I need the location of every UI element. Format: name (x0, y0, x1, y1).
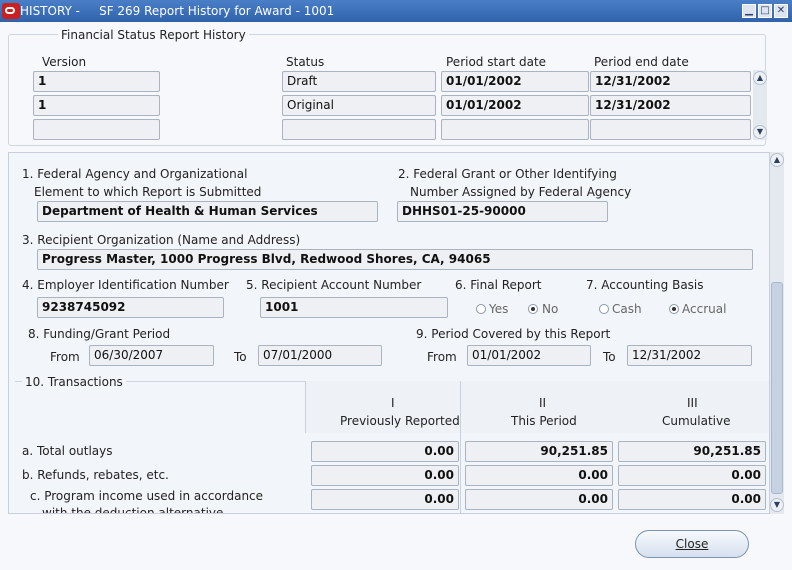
final-report-no-radio[interactable] (528, 304, 538, 314)
window-title: HISTORY - SF 269 Report History for Awar… (20, 4, 335, 18)
col-header-status: Status (286, 55, 325, 69)
report-period-to-field[interactable]: 12/31/2002 (627, 345, 752, 366)
history-start-2[interactable]: 01/01/2002 (441, 95, 589, 116)
federal-agency-field[interactable]: Department of Health & Human Services (37, 201, 378, 222)
f6-label: 6. Final Report (455, 278, 542, 292)
program-income-previous[interactable]: 0.00 (311, 489, 459, 510)
recipient-org-field[interactable]: Progress Master, 1000 Progress Blvd, Red… (37, 249, 753, 270)
f9-to-label: To (603, 350, 616, 364)
history-version-3[interactable] (33, 119, 160, 140)
minimize-icon: ▁ (745, 5, 753, 16)
f8-label: 8. Funding/Grant Period (28, 327, 171, 341)
final-report-no-label: No (542, 302, 559, 316)
col3-number: III (687, 396, 698, 410)
refunds-cumulative[interactable]: 0.00 (618, 465, 766, 486)
history-end-3[interactable] (590, 119, 751, 140)
funding-period-to-field[interactable]: 07/01/2000 (258, 345, 382, 366)
row-c-label-b: with the deduction alternative (42, 506, 224, 514)
f5-label: 5. Recipient Account Number (246, 278, 422, 292)
f1-label-b: Element to which Report is Submitted (34, 185, 262, 199)
funding-period-from-field[interactable]: 06/30/2007 (89, 345, 214, 366)
col1-number: I (391, 396, 395, 410)
total-outlays-previous[interactable]: 0.00 (311, 441, 459, 462)
col-header-end: Period end date (594, 55, 689, 69)
history-status-1[interactable]: Draft (282, 71, 436, 92)
scroll-down-icon[interactable]: ▼ (753, 125, 767, 139)
total-outlays-this-period[interactable]: 90,251.85 (465, 441, 613, 462)
row-a-label: a. Total outlays (22, 444, 113, 458)
row-c-label-a: c. Program income used in accordance (30, 489, 264, 503)
scroll-up-icon[interactable]: ▲ (770, 153, 784, 167)
f7-label: 7. Accounting Basis (586, 278, 704, 292)
f9-from-label: From (427, 350, 457, 364)
recipient-account-field[interactable]: 1001 (260, 297, 448, 318)
scroll-down-icon[interactable]: ▼ (770, 498, 784, 512)
scroll-up-icon[interactable]: ▲ (753, 71, 767, 85)
program-income-this-period[interactable]: 0.00 (465, 489, 613, 510)
report-period-from-field[interactable]: 01/01/2002 (467, 345, 591, 366)
report-detail-panel: 1. Federal Agency and Organizational Ele… (8, 152, 770, 514)
col-divider (460, 381, 461, 513)
f2-label-a: 2. Federal Grant or Other Identifying (398, 167, 617, 181)
f4-label: 4. Employer Identification Number (22, 278, 229, 292)
f2-label-b: Number Assigned by Federal Agency (410, 185, 632, 199)
history-version-1[interactable]: 1 (33, 71, 160, 92)
window-content: Financial Status Report History Version … (0, 22, 792, 570)
col2-name: This Period (511, 414, 577, 428)
oracle-logo-icon (2, 3, 20, 19)
employer-id-field[interactable]: 9238745092 (37, 297, 224, 318)
history-status-2[interactable]: Original (282, 95, 436, 116)
detail-scrollbar[interactable]: ▲ ▼ (770, 152, 784, 514)
col1-name: Previously Reported (340, 414, 460, 428)
history-status-3[interactable] (282, 119, 436, 140)
col3-name: Cumulative (662, 414, 731, 428)
row-b-label: b. Refunds, rebates, etc. (22, 468, 169, 482)
program-income-cumulative[interactable]: 0.00 (618, 489, 766, 510)
col2-number: II (539, 396, 547, 410)
refunds-previous[interactable]: 0.00 (311, 465, 459, 486)
accounting-cash-radio[interactable] (599, 304, 609, 314)
close-button[interactable]: Close (635, 530, 749, 558)
accounting-accrual-label: Accrual (682, 302, 727, 316)
history-end-2[interactable]: 12/31/2002 (590, 95, 751, 116)
final-report-yes-radio[interactable] (476, 304, 486, 314)
f1-label-a: 1. Federal Agency and Organizational (22, 167, 248, 181)
total-outlays-cumulative[interactable]: 90,251.85 (618, 441, 766, 462)
maximize-icon: □ (760, 5, 770, 16)
f3-label: 3. Recipient Organization (Name and Addr… (22, 233, 301, 247)
history-group-label: Financial Status Report History (58, 28, 249, 42)
close-icon: ✕ (776, 5, 786, 16)
refunds-this-period[interactable]: 0.00 (465, 465, 613, 486)
federal-grant-id-field[interactable]: DHHS01-25-90000 (397, 201, 608, 222)
transactions-label: 10. Transactions (22, 375, 126, 389)
final-report-yes-label: Yes (489, 302, 509, 316)
accounting-accrual-radio[interactable] (669, 304, 679, 314)
col-header-start: Period start date (446, 55, 547, 69)
scroll-thumb[interactable] (771, 282, 783, 494)
title-bar: HISTORY - SF 269 Report History for Awar… (0, 0, 792, 22)
history-end-1[interactable]: 12/31/2002 (590, 71, 751, 92)
minimize-button[interactable]: ▁ (742, 4, 756, 18)
history-start-3[interactable] (441, 119, 589, 140)
history-scrollbar[interactable]: ▲ ▼ (753, 70, 767, 140)
history-version-2[interactable]: 1 (33, 95, 160, 116)
f8-from-label: From (50, 350, 80, 364)
f9-label: 9. Period Covered by this Report (416, 327, 611, 341)
history-start-1[interactable]: 01/01/2002 (441, 71, 589, 92)
col-header-version: Version (42, 55, 87, 69)
f8-to-label: To (234, 350, 247, 364)
close-button-label: Close (675, 537, 709, 551)
maximize-button[interactable]: □ (758, 4, 772, 18)
close-window-button[interactable]: ✕ (774, 4, 788, 18)
accounting-cash-label: Cash (612, 302, 642, 316)
